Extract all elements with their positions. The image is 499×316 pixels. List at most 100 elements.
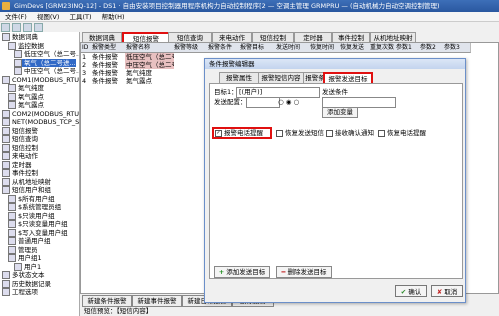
tree-node[interactable]: 用户1 <box>14 262 41 271</box>
column-header[interactable]: 重复次数 <box>369 43 397 53</box>
table-cell[interactable] <box>173 61 208 69</box>
tree-node[interactable]: 短信控制 <box>2 143 38 152</box>
recovery-sms-checkbox[interactable]: 恢复发送短信 <box>276 129 324 137</box>
tree-node-icon <box>2 152 10 160</box>
ok-check-icon: ✔ <box>400 288 407 296</box>
tree-node[interactable]: 氮气露点 <box>8 101 44 109</box>
menu-item-file[interactable]: 文件(F) <box>5 13 27 21</box>
dtab-alarm-properties[interactable]: 报警属性 <box>219 72 259 83</box>
tree-node[interactable]: 氮气纯度 <box>8 84 44 92</box>
tree-node-label: $系统管理员组 <box>18 203 62 211</box>
tree-node-icon <box>8 194 16 203</box>
table-cell[interactable]: 氮气纯度 <box>125 69 174 77</box>
tree-node-label: 氧气露点 <box>18 92 44 101</box>
tree-node-icon <box>8 220 16 228</box>
add-variable-button[interactable]: 添加变量 <box>322 107 358 118</box>
tree-node[interactable]: $只读用户组 <box>8 211 55 220</box>
tree-node[interactable]: 多状态文本 <box>2 271 45 279</box>
table-cell[interactable]: 条件报警 <box>91 77 126 85</box>
tree-node[interactable]: 事件控制 <box>2 169 38 177</box>
column-header[interactable]: 恢复时间 <box>309 43 341 53</box>
column-header[interactable]: 报警等级 <box>173 43 209 53</box>
tree-node-icon <box>8 228 16 237</box>
menu-item-view[interactable]: 视图(V) <box>37 13 60 21</box>
table-cell[interactable]: 低压空气（总二号... <box>125 53 174 61</box>
tree-node[interactable]: 短信报警 <box>2 126 38 135</box>
tree-node[interactable]: $系统管理员组 <box>8 203 61 211</box>
download-icon[interactable] <box>34 23 43 32</box>
tree-node-label: 事件控制 <box>12 169 38 177</box>
tree-node[interactable]: 低压空气（总二号... <box>14 50 79 58</box>
alarm-call-reminder-checkbox[interactable]: ✓ 报警电话提醒 <box>215 129 263 137</box>
recovery-call-checkbox[interactable]: 恢复电话提醒 <box>378 129 426 137</box>
tree-node[interactable]: COM2(MODBUS_RTU_SERV <box>2 109 79 118</box>
table-cell[interactable] <box>173 69 208 77</box>
column-header[interactable]: 报警名称 <box>125 43 175 53</box>
menu-item-help[interactable]: 帮助(H) <box>102 13 125 21</box>
column-header[interactable]: 发送时间 <box>275 43 311 53</box>
ok-button[interactable]: ✔ 确认 <box>395 285 427 297</box>
tree-node[interactable]: COM1(MODBUS_RTU) <box>2 75 80 84</box>
tree-node-label: 管理员 <box>18 245 38 254</box>
tree-node[interactable]: 定时器 <box>2 160 32 169</box>
tree-node-icon <box>8 41 16 50</box>
table-cell[interactable]: 中压空气（总二号... <box>125 61 174 69</box>
column-header[interactable]: 报警类型 <box>91 43 127 53</box>
table-cell[interactable] <box>173 53 208 61</box>
tree-node-icon <box>2 33 10 41</box>
delete-send-target-button[interactable]: ━ 删除发送目标 <box>276 266 332 278</box>
tree-node[interactable]: 从机地址映射 <box>2 177 51 186</box>
tree-node[interactable]: 监控数据 <box>8 41 44 50</box>
tree-node-label: $只读变量用户组 <box>18 220 68 228</box>
tree-node[interactable]: 数据词典 <box>2 33 38 41</box>
column-header[interactable]: 报警目标 <box>239 43 277 53</box>
tree-node-label: 短信报警 <box>12 126 38 135</box>
tree-node[interactable]: $所有用户组 <box>8 194 55 203</box>
tree-node-label: 短信查询 <box>12 135 38 143</box>
tree-node[interactable]: $写入变量用户组 <box>8 228 68 237</box>
tree-node[interactable]: 工程选项 <box>2 288 38 296</box>
table-cell[interactable] <box>173 77 208 85</box>
add-send-target-button[interactable]: + 添加发送目标 <box>214 266 270 278</box>
column-header[interactable]: 恢复发送 <box>339 43 371 53</box>
column-header[interactable]: 参数1 <box>395 43 421 53</box>
table-cell[interactable]: 条件报警 <box>91 53 126 61</box>
open-icon[interactable] <box>12 23 21 32</box>
column-header[interactable]: 报警条件 <box>207 43 241 53</box>
tree-node[interactable]: 氧气露点 <box>8 92 44 101</box>
tree-node[interactable]: 历史数据记录 <box>2 279 51 288</box>
table-cell[interactable]: 条件报警 <box>91 69 126 77</box>
table-cell[interactable]: 条件报警 <box>91 61 126 69</box>
send-config-input[interactable] <box>246 97 280 108</box>
tree-node[interactable]: 氧气（总二号进... <box>14 58 76 67</box>
tree-node-label: 普通用户组 <box>18 237 51 245</box>
column-header[interactable]: 参数3 <box>443 43 471 53</box>
tree-node-label: 氧气（总二号进... <box>24 58 76 67</box>
project-tree[interactable]: 数据词典 监控数据 低压空气（总二号... 氧气（总二号进... 中压空气（总二号...… <box>0 32 80 316</box>
tree-node-icon <box>8 92 16 101</box>
condition-alarm-editor-dialog: 条件报警编辑器 报警属性 报警短信内容 报警条件 报警发送目标 目标1： [(用… <box>204 58 466 303</box>
save-icon[interactable] <box>23 23 32 32</box>
tree-node-label: 氮气纯度 <box>18 84 44 92</box>
tree-node[interactable]: NET(MODBUS_TCP_SERV <box>2 118 80 126</box>
column-header[interactable]: 参数2 <box>419 43 445 53</box>
tree-node[interactable]: 来电动作 <box>2 152 38 160</box>
receive-confirm-checkbox[interactable]: 接收确认通知 <box>326 129 374 137</box>
table-cell[interactable]: 氮气露点 <box>125 77 174 85</box>
tree-node[interactable]: 短信用户和组 <box>2 186 51 194</box>
cancel-button[interactable]: ✘ 取消 <box>431 285 463 297</box>
tree-node[interactable]: 普通用户组 <box>8 237 51 245</box>
cancel-x-icon: ✘ <box>436 288 443 296</box>
dtab-sms-content[interactable]: 报警短信内容 <box>258 72 304 83</box>
tree-node[interactable]: 中压空气（总二号... <box>14 67 79 75</box>
menu-item-tools[interactable]: 工具(T) <box>70 13 92 21</box>
tree-node-label: NET(MODBUS_TCP_SERV <box>12 118 80 126</box>
tree-node[interactable]: 管理员 <box>8 245 38 254</box>
tree-node[interactable]: $只读变量用户组 <box>8 220 68 228</box>
radio-group[interactable]: ○ ◉ ○ <box>278 98 299 106</box>
new-icon[interactable] <box>1 23 10 32</box>
tree-node-icon <box>2 186 10 194</box>
tree-node-label: COM1(MODBUS_RTU) <box>12 75 80 84</box>
tree-node[interactable]: 短信查询 <box>2 135 38 143</box>
tree-node[interactable]: 用户组1 <box>8 254 42 262</box>
